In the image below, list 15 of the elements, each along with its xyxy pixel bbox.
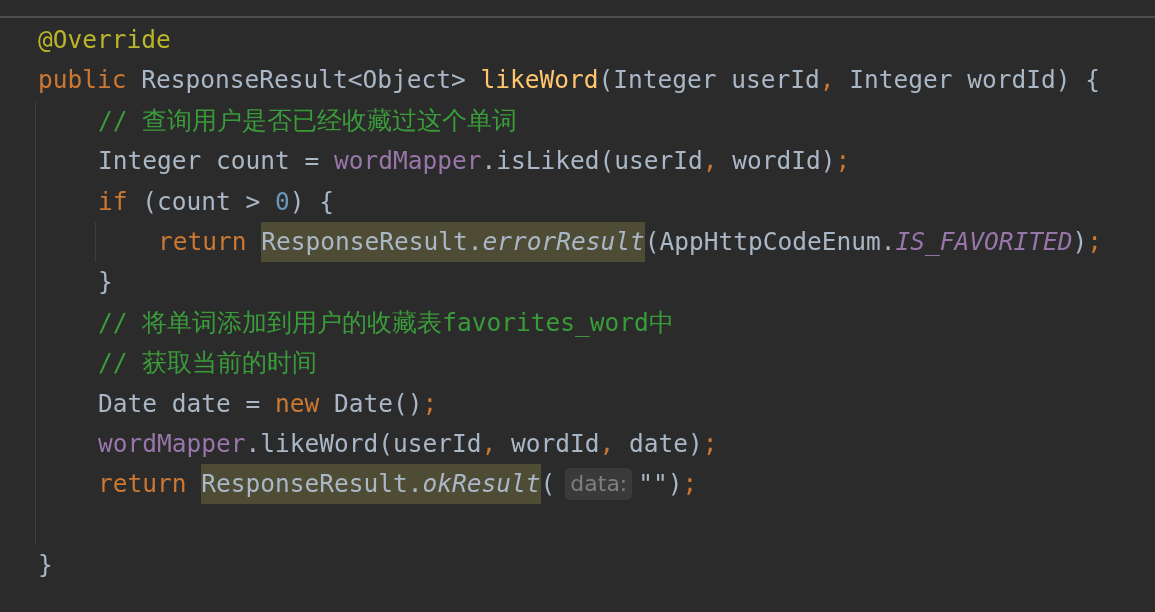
code-comment: // 将单词添加到用户的收藏表favorites_word中 (98, 306, 674, 339)
code-line: if (count > 0) { (98, 185, 335, 218)
parameter-hint: data: (565, 468, 633, 501)
code-line: Integer count = wordMapper.isLiked(userId, wordId); (98, 145, 851, 178)
code-text: return ResponseResult.okResult( (98, 464, 556, 505)
code-text: ""); (638, 468, 698, 501)
code-comment: // 获取当前的时间 (98, 347, 318, 380)
code-comment: // 查询用户是否已经收藏过这个单词 (98, 104, 518, 137)
code-line: @Override (38, 24, 171, 56)
code-line: wordMapper.likeWord(userId, wordId, date); (98, 427, 718, 460)
code-line: } (38, 549, 53, 582)
code-line: public ResponseResult<Object> likeWord(Integer userId, Integer wordId) { (38, 64, 1101, 97)
code-line: Date date = new Date(); (98, 387, 438, 420)
code-line: return ResponseResult.errorResult(AppHttpCodeEnum.IS_FAVORITED); (158, 221, 1103, 263)
code-line: } (98, 266, 113, 299)
